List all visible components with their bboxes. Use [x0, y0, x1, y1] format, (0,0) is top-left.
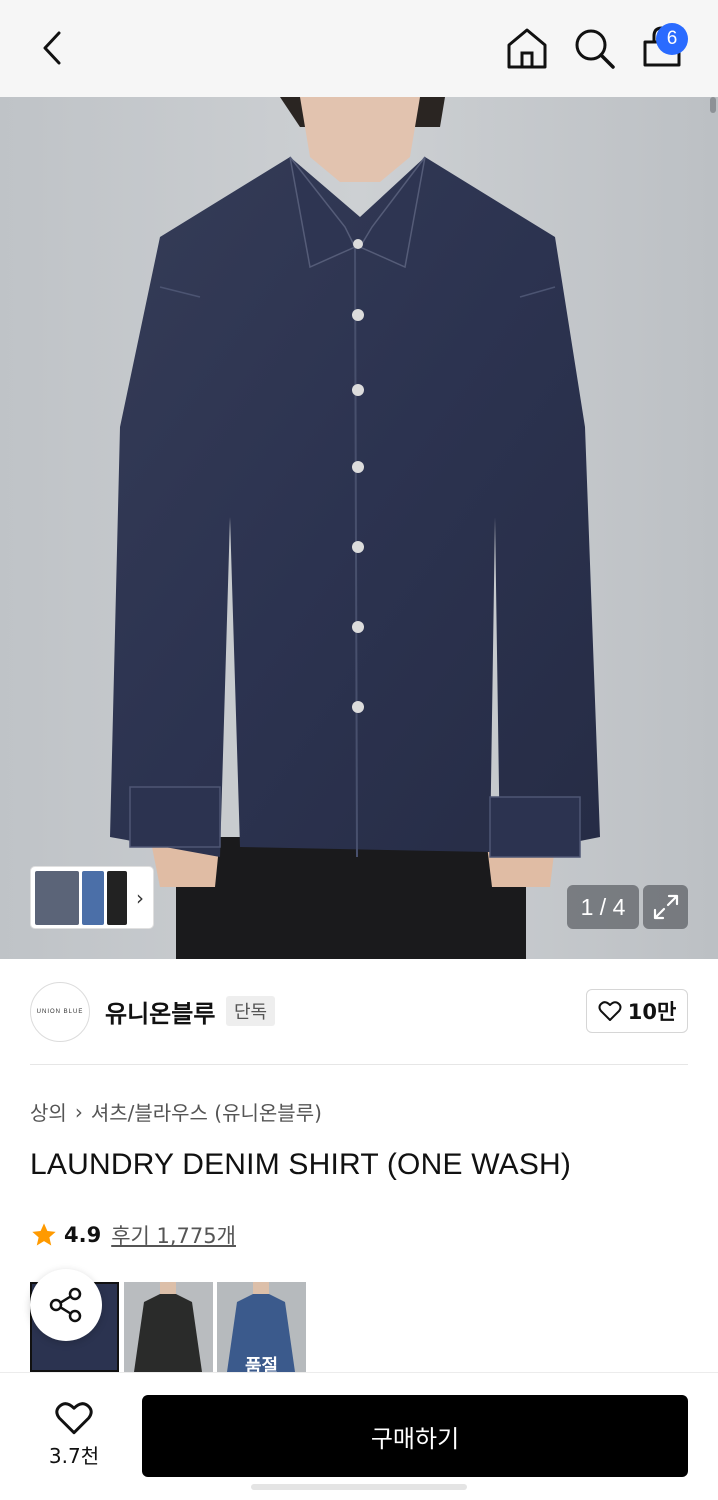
star-icon — [32, 1223, 56, 1246]
share-button[interactable] — [30, 1269, 102, 1341]
brand-name[interactable]: 유니온블루 — [105, 994, 215, 1029]
heart-icon — [55, 1402, 93, 1435]
brand-follow-button[interactable]: 10만 — [586, 989, 688, 1033]
home-icon — [507, 28, 547, 69]
product-title: LAUNDRY DENIM SHIRT (ONE WASH) — [30, 1148, 572, 1181]
color-variant-black[interactable] — [124, 1282, 213, 1372]
buy-button[interactable]: 구매하기 — [142, 1395, 688, 1477]
page-scrollbar[interactable] — [710, 97, 716, 113]
breadcrumb-chevron-icon: › — [74, 1099, 83, 1124]
expand-image-button[interactable] — [643, 885, 688, 929]
top-app-bar: 6 — [0, 0, 718, 97]
thumbnail-black[interactable] — [107, 870, 127, 925]
section-divider — [30, 1064, 688, 1065]
search-icon — [575, 29, 615, 69]
search-button[interactable] — [571, 24, 617, 72]
rating-score: 4.9 — [64, 1223, 102, 1247]
thumbnail-blue[interactable] — [82, 870, 104, 925]
image-counter: 1 / 4 — [567, 885, 639, 929]
cart-count-badge: 6 — [656, 23, 688, 55]
expand-icon — [653, 894, 678, 920]
color-variant-blue[interactable]: 품절 — [217, 1282, 306, 1372]
sold-out-badge: 품절 — [244, 1356, 279, 1372]
gallery-thumbnail-strip[interactable]: › — [30, 866, 154, 929]
brand-logo[interactable]: UNION BLUE — [30, 982, 90, 1042]
home-indicator — [251, 1484, 467, 1490]
back-button[interactable] — [30, 26, 74, 70]
like-count: 3.7천 — [48, 1444, 100, 1468]
category-breadcrumb: 상의 › 셔츠/블라우스 (유니온블루) — [30, 1097, 322, 1126]
breadcrumb-subcategory[interactable]: 셔츠/블라우스 (유니온블루) — [91, 1097, 322, 1126]
exclusive-tag: 단독 — [226, 996, 276, 1026]
home-button[interactable] — [504, 24, 550, 72]
chevron-left-icon — [43, 31, 61, 65]
thumbnail-model[interactable] — [35, 870, 79, 925]
product-photo — [0, 97, 718, 959]
like-button[interactable]: 3.7천 — [38, 1400, 110, 1472]
review-count-link[interactable]: 후기 1,775개 — [111, 1220, 236, 1250]
heart-icon — [598, 1001, 622, 1021]
product-image[interactable] — [0, 97, 718, 959]
breadcrumb-category[interactable]: 상의 — [30, 1097, 67, 1126]
brand-follow-count: 10만 — [627, 1000, 677, 1024]
product-rating: 4.9 후기 1,775개 — [30, 1220, 236, 1250]
chevron-right-icon: › — [136, 885, 144, 910]
variant-black-photo — [124, 1282, 213, 1372]
share-icon — [49, 1287, 82, 1323]
